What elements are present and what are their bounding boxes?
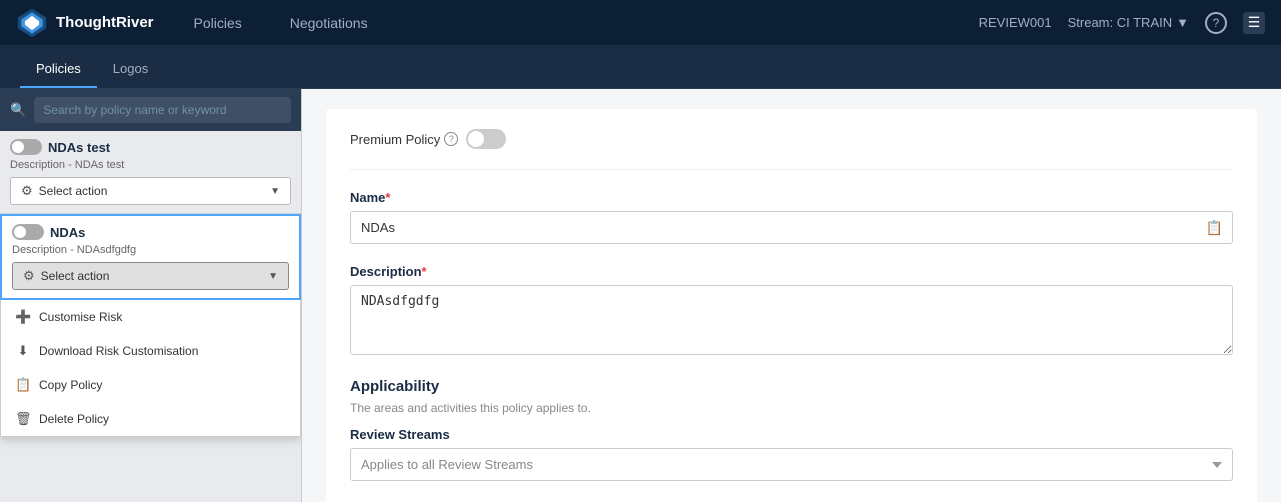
nav-right: REVIEW001 Stream: CI TRAIN ▼ ? ☰	[979, 12, 1265, 34]
plus-icon: ➕	[15, 309, 31, 325]
user-label: REVIEW001	[979, 15, 1052, 30]
dropdown-item-download[interactable]: ⬇ Download Risk Customisation	[1, 334, 300, 368]
policy-row: NDAs test	[10, 139, 291, 155]
gear-icon: ⚙	[23, 268, 35, 284]
premium-toggle-knob	[468, 131, 484, 147]
sidebar-list: NDAs test Description - NDAs test ⚙ Sele…	[0, 131, 301, 502]
tab-policies[interactable]: Policies	[20, 51, 97, 88]
chevron-down-icon: ▼	[268, 271, 278, 282]
dropdown-item-label: Customise Risk	[39, 310, 122, 324]
policy-name: NDAs	[50, 225, 85, 240]
search-input[interactable]	[34, 97, 291, 123]
main-content: Premium Policy ? Name* 📋	[302, 89, 1281, 502]
search-bar: 🔍	[0, 89, 301, 131]
input-icon: 📋	[1206, 219, 1223, 236]
applicability-section: Applicability The areas and activities t…	[350, 378, 1233, 481]
nav-negotiations[interactable]: Negotiations	[282, 11, 376, 35]
description-field-row: Description* NDAsdfgdfg	[350, 264, 1233, 358]
name-input-wrap: 📋	[350, 211, 1233, 244]
logo-icon	[16, 7, 48, 39]
toggle-knob	[12, 141, 24, 153]
action-dropdown-menu: ➕ Customise Risk ⬇ Download Risk Customi…	[0, 300, 301, 437]
dropdown-item-delete[interactable]: 🗑 Delete Policy	[1, 402, 300, 436]
menu-icon[interactable]: ☰	[1243, 12, 1265, 34]
stream-selector[interactable]: Stream: CI TRAIN ▼	[1068, 15, 1189, 30]
dropdown-item-label: Download Risk Customisation	[39, 344, 198, 358]
btn-left: ⚙ Select action	[21, 183, 107, 199]
chevron-down-icon: ▼	[270, 186, 280, 197]
trash-icon: 🗑	[15, 411, 31, 427]
stream-chevron-icon: ▼	[1176, 15, 1189, 30]
help-icon[interactable]: ?	[444, 132, 458, 146]
policy-item: NDAs test Description - NDAs test ⚙ Sele…	[0, 131, 301, 214]
select-action-button-active[interactable]: ⚙ Select action ▼	[12, 262, 289, 290]
tab-logos[interactable]: Logos	[97, 51, 164, 88]
policy-item-selected: NDAs Description - NDAsdfgdfg ⚙ Select a…	[0, 214, 301, 300]
sidebar: 🔍 NDAs test Description - NDAs test ⚙ Se…	[0, 89, 302, 502]
policy-toggle[interactable]	[12, 224, 44, 240]
btn-left: ⚙ Select action	[23, 268, 109, 284]
content-card: Premium Policy ? Name* 📋	[326, 109, 1257, 502]
help-button[interactable]: ?	[1205, 12, 1227, 34]
name-label: Name*	[350, 190, 1233, 205]
toggle-knob	[14, 226, 26, 238]
select-action-button[interactable]: ⚙ Select action ▼	[10, 177, 291, 205]
select-action-label: Select action	[41, 269, 110, 283]
select-action-label: Select action	[39, 184, 108, 198]
description-input[interactable]: NDAsdfgdfg	[350, 285, 1233, 355]
search-icon: 🔍	[10, 102, 26, 118]
applicability-title: Applicability	[350, 378, 1233, 395]
main-layout: 🔍 NDAs test Description - NDAs test ⚙ Se…	[0, 89, 1281, 502]
name-field-row: Name* 📋	[350, 190, 1233, 244]
dropdown-item-label: Delete Policy	[39, 412, 109, 426]
policy-description: Description - NDAs test	[10, 159, 291, 171]
nav-policies[interactable]: Policies	[186, 11, 250, 35]
policy-name: NDAs test	[48, 140, 110, 155]
applicability-sub: The areas and activities this policy app…	[350, 401, 1233, 415]
premium-policy-toggle[interactable]	[466, 129, 506, 149]
top-nav: ThoughtRiver Policies Negotiations REVIE…	[0, 0, 1281, 45]
premium-policy-row: Premium Policy ?	[350, 129, 1233, 170]
dropdown-item-customise-risk[interactable]: ➕ Customise Risk	[1, 300, 300, 334]
sub-nav: Policies Logos	[0, 45, 1281, 89]
review-streams-select[interactable]: Applies to all Review Streams	[350, 448, 1233, 481]
review-streams-label: Review Streams	[350, 427, 1233, 442]
stream-label: Stream: CI TRAIN	[1068, 15, 1173, 30]
premium-policy-label: Premium Policy ?	[350, 132, 458, 147]
gear-icon: ⚙	[21, 183, 33, 199]
dropdown-item-label: Copy Policy	[39, 378, 102, 392]
logo[interactable]: ThoughtRiver	[16, 7, 154, 39]
policy-row: NDAs	[12, 224, 289, 240]
policy-toggle[interactable]	[10, 139, 42, 155]
download-icon: ⬇	[15, 343, 31, 359]
logo-text: ThoughtRiver	[56, 14, 154, 31]
name-input[interactable]	[350, 211, 1233, 244]
description-label: Description*	[350, 264, 1233, 279]
copy-icon: 📋	[15, 377, 31, 393]
policy-description: Description - NDAsdfgdfg	[12, 244, 289, 256]
dropdown-item-copy[interactable]: 📋 Copy Policy	[1, 368, 300, 402]
